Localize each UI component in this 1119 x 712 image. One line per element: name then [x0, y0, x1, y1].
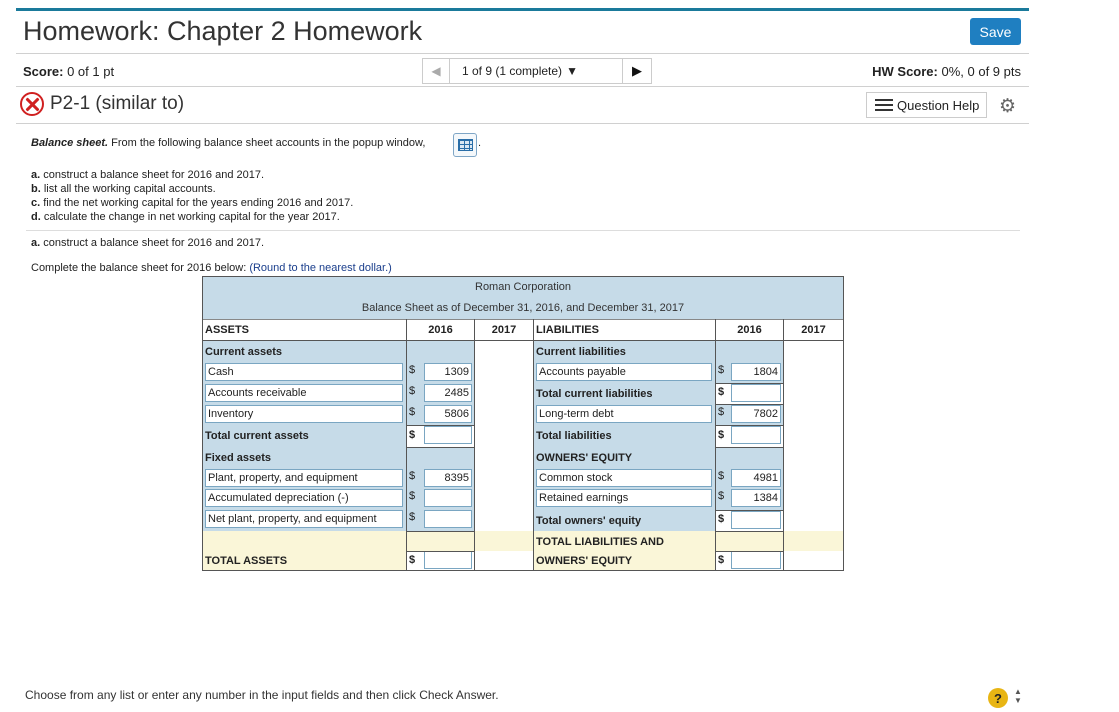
balance-sheet: Roman Corporation Balance Sheet as of De…: [202, 276, 844, 571]
question-id: P2-1 (similar to): [50, 93, 185, 114]
scroll-spinner[interactable]: ▲ ▼: [1014, 687, 1022, 705]
next-question-button[interactable]: ▶: [622, 58, 652, 84]
divider: [16, 53, 1029, 54]
owners-equity-heading: OWNERS' EQUITY: [534, 447, 715, 468]
list-item: d. calculate the change in net working c…: [31, 211, 340, 223]
list-icon: [875, 99, 893, 111]
intro-body: From the following balance sheet account…: [111, 137, 426, 149]
hw-score-value: 0%, 0 of 9 pts: [941, 64, 1022, 79]
total-liab-oe-label-2: OWNERS' EQUITY: [536, 555, 633, 567]
hw-score: HW Score: 0%, 0 of 9 pts: [872, 64, 1021, 79]
ppe-2016-input[interactable]: 8395: [424, 469, 472, 487]
retained-earnings-account[interactable]: Retained earnings: [536, 489, 712, 507]
ppe-account[interactable]: Plant, property, and equipment: [205, 469, 403, 487]
ar-account[interactable]: Accounts receivable: [205, 384, 403, 402]
common-stock-2016-input[interactable]: 4981: [731, 469, 781, 487]
footer-instruction: Choose from any list or enter any number…: [25, 688, 499, 702]
cash-2016-input[interactable]: 1309: [424, 363, 472, 381]
list-item: c. find the net working capital for the …: [31, 197, 354, 209]
help-icon[interactable]: ?: [988, 688, 1008, 708]
retained-earnings-2016-input[interactable]: 1384: [731, 489, 781, 507]
total-owners-equity-label: Total owners' equity: [534, 510, 715, 531]
score: Score: 0 of 1 pt: [23, 64, 114, 79]
net-ppe-account[interactable]: Net plant, property, and equipment: [205, 510, 403, 528]
part-a-prompt: a. construct a balance sheet for 2016 an…: [31, 237, 265, 249]
top-accent-bar: [16, 8, 1029, 11]
total-liab-oe-label-1: TOTAL LIABILITIES AND: [536, 536, 664, 548]
current-liabilities-heading: Current liabilities: [534, 341, 715, 362]
ap-account[interactable]: Accounts payable: [536, 363, 712, 381]
ar-2016-input[interactable]: 2485: [424, 384, 472, 402]
total-current-liabilities-label: Total current liabilities: [534, 383, 715, 404]
intro-text: Balance sheet. From the following balanc…: [31, 137, 425, 149]
score-label: Score:: [23, 64, 64, 79]
question-help-label: Question Help: [897, 97, 980, 113]
total-liab-oe-input[interactable]: [731, 551, 781, 569]
task-list: a. construct a balance sheet for 2016 an…: [31, 168, 353, 224]
prev-question-button[interactable]: ◀: [422, 58, 450, 84]
incorrect-icon: [20, 92, 44, 116]
hw-score-label: HW Score:: [872, 64, 938, 79]
accum-dep-account[interactable]: Accumulated depreciation (-): [205, 489, 403, 507]
fixed-assets-heading: Fixed assets: [203, 447, 406, 468]
table-popup-icon[interactable]: [453, 133, 477, 157]
common-stock-account[interactable]: Common stock: [536, 469, 712, 487]
total-liabilities-input[interactable]: [731, 426, 781, 444]
divider: [16, 123, 1029, 124]
year-header: 2016: [407, 319, 474, 340]
divider: [26, 230, 1020, 231]
inventory-account[interactable]: Inventory: [205, 405, 403, 423]
ltd-2016-input[interactable]: 7802: [731, 405, 781, 423]
total-assets-label: TOTAL ASSETS: [205, 555, 288, 567]
assets-header: ASSETS: [203, 319, 406, 340]
current-assets-heading: Current assets: [203, 341, 406, 362]
company-name: Roman Corporation: [203, 277, 843, 297]
gear-icon[interactable]: ⚙: [999, 95, 1016, 118]
list-item: a. construct a balance sheet for 2016 an…: [31, 169, 265, 181]
intro-bold: Balance sheet.: [31, 137, 109, 149]
cash-account[interactable]: Cash: [205, 363, 403, 381]
total-owners-equity-input[interactable]: [731, 511, 781, 529]
total-liabilities-label: Total liabilities: [534, 425, 715, 447]
chevron-left-icon: ◀: [431, 64, 441, 78]
save-button[interactable]: Save: [970, 18, 1021, 45]
total-current-assets-label: Total current assets: [203, 425, 406, 447]
total-current-assets-input[interactable]: [424, 426, 472, 444]
accum-dep-2016-input[interactable]: [424, 489, 472, 507]
year-header: 2017: [475, 319, 533, 340]
total-assets-input[interactable]: [424, 551, 472, 569]
divider: [16, 86, 1029, 87]
complete-instruction: Complete the balance sheet for 2016 belo…: [31, 262, 392, 274]
ap-2016-input[interactable]: 1804: [731, 363, 781, 381]
question-header: P2-1 (similar to): [20, 92, 184, 116]
intro-after: .: [478, 137, 482, 149]
rounding-note: (Round to the nearest dollar.): [249, 262, 392, 274]
sheet-subtitle: Balance Sheet as of December 31, 2016, a…: [203, 297, 843, 319]
question-select-label: 1 of 9 (1 complete): [462, 64, 563, 78]
ltd-account[interactable]: Long-term debt: [536, 405, 712, 423]
question-select[interactable]: 1 of 9 (1 complete) ▼: [450, 58, 622, 84]
inventory-2016-input[interactable]: 5806: [424, 405, 472, 423]
chevron-down-icon[interactable]: ▼: [1014, 696, 1022, 705]
list-item: b. list all the working capital accounts…: [31, 183, 216, 195]
chevron-up-icon[interactable]: ▲: [1014, 687, 1022, 696]
caret-down-icon: ▼: [566, 64, 578, 78]
chevron-right-icon: ▶: [632, 63, 642, 78]
score-value: 0 of 1 pt: [67, 64, 115, 79]
year-header: 2016: [716, 319, 783, 340]
year-header: 2017: [784, 319, 843, 340]
page-title: Homework: Chapter 2 Homework: [23, 16, 423, 46]
total-current-liabilities-input[interactable]: [731, 384, 781, 402]
question-pager: ◀ 1 of 9 (1 complete) ▼ ▶: [422, 58, 652, 84]
question-help-button[interactable]: Question Help: [866, 92, 987, 118]
liabilities-header: LIABILITIES: [534, 319, 715, 340]
net-ppe-2016-input[interactable]: [424, 510, 472, 528]
